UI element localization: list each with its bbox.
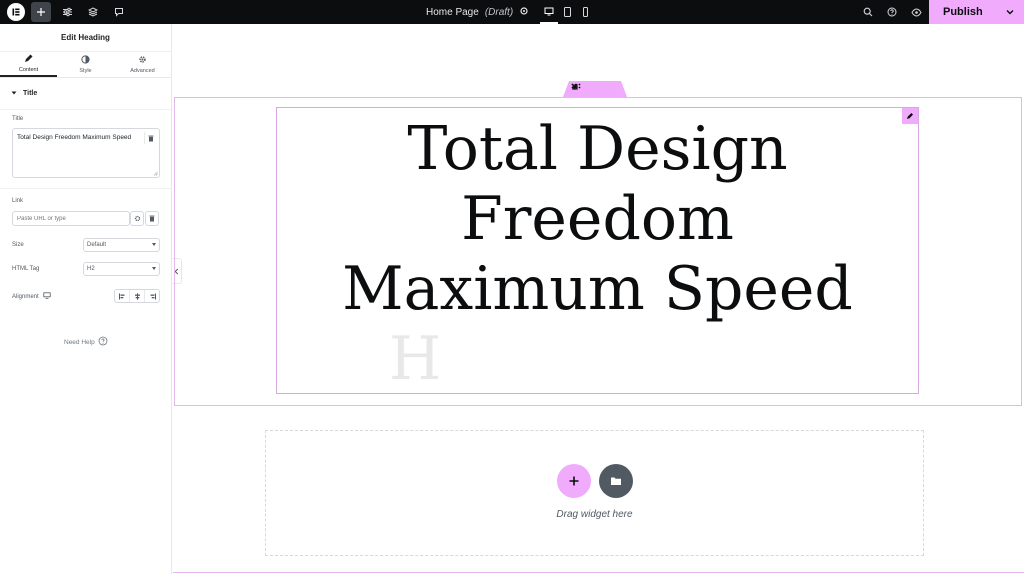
- question-circle-icon: [98, 336, 108, 348]
- link-url-input[interactable]: [12, 211, 130, 226]
- chevron-down-icon[interactable]: [1004, 5, 1016, 23]
- gear-icon: [138, 55, 147, 66]
- mobile-device-icon[interactable]: [576, 0, 594, 24]
- publish-label: Publish: [943, 6, 983, 18]
- chevron-down-icon: [152, 267, 156, 270]
- alignment-label: Alignment: [12, 293, 39, 300]
- size-select-value: Default: [87, 242, 107, 248]
- tab-advanced-label: Advanced: [130, 68, 155, 74]
- section-title: Title: [23, 90, 38, 97]
- page-title-area[interactable]: Home Page (Draft): [426, 0, 529, 24]
- add-element-button[interactable]: [31, 2, 51, 22]
- help-icon[interactable]: [881, 2, 903, 22]
- tab-style[interactable]: Style: [57, 52, 114, 77]
- page-bottom-border: [173, 572, 1024, 573]
- alignment-label-row: Alignment: [12, 292, 51, 301]
- html-tag-select[interactable]: H2: [83, 262, 160, 276]
- heading-line: Total Design: [407, 114, 788, 184]
- tab-content-label: Content: [18, 67, 39, 73]
- section-handle: [563, 81, 627, 97]
- section-toggle-title[interactable]: Title: [0, 78, 171, 110]
- elementor-logo-icon[interactable]: [7, 3, 25, 21]
- drag-widget-hint: Drag widget here: [556, 509, 633, 520]
- alignment-control: [114, 289, 160, 303]
- need-help-label: Need Help: [64, 338, 95, 346]
- desktop-device-icon[interactable]: [540, 0, 558, 24]
- align-left-icon[interactable]: [115, 290, 130, 302]
- add-template-folder-button[interactable]: [599, 464, 633, 498]
- heading-line: Freedom: [461, 184, 734, 254]
- desktop-responsive-icon[interactable]: [43, 292, 51, 301]
- title-field-label: Title: [12, 116, 24, 122]
- add-new-section-button[interactable]: [557, 464, 591, 498]
- preview-eye-icon[interactable]: [905, 2, 927, 22]
- empty-drop-area[interactable]: [265, 430, 924, 556]
- toolbar-right-group: [855, 0, 927, 24]
- pencil-icon: [24, 54, 33, 65]
- link-dynamic-trash-icon[interactable]: [145, 211, 159, 226]
- page-status: (Draft): [484, 6, 514, 18]
- contrast-icon: [81, 55, 90, 66]
- link-options-gear-icon[interactable]: [130, 211, 144, 226]
- page-name: Home Page: [426, 6, 479, 18]
- search-icon[interactable]: [857, 2, 879, 22]
- tab-content[interactable]: Content: [0, 52, 57, 77]
- divider: [0, 188, 172, 189]
- trash-icon[interactable]: [144, 132, 156, 144]
- page-settings-gear-icon[interactable]: [519, 6, 529, 19]
- notes-comment-icon[interactable]: [109, 2, 129, 22]
- align-center-icon[interactable]: [130, 290, 145, 302]
- site-settings-icon[interactable]: [57, 2, 77, 22]
- panel-tabs: Content Style Advanced: [0, 52, 171, 78]
- size-label: Size: [12, 242, 24, 248]
- html-tag-label: HTML Tag: [12, 266, 40, 272]
- responsive-mode-switcher: [540, 0, 594, 24]
- need-help-link[interactable]: Need Help: [64, 336, 108, 348]
- tab-advanced[interactable]: Advanced: [114, 52, 171, 77]
- title-textarea-value: Total Design Freedom Maximum Speed: [17, 134, 132, 141]
- align-right-icon[interactable]: [145, 290, 159, 302]
- tablet-device-icon[interactable]: [558, 0, 576, 24]
- tab-style-label: Style: [79, 68, 92, 74]
- chevron-down-icon: [152, 243, 156, 246]
- heading-widget-text[interactable]: Total Design Freedom Maximum Speed: [277, 114, 918, 324]
- html-tag-select-value: H2: [87, 266, 95, 272]
- size-select[interactable]: Default: [83, 238, 160, 252]
- panel-title: Edit Heading: [0, 24, 171, 52]
- drag-preview-heading-icon: H: [389, 324, 442, 394]
- caret-down-icon: [11, 90, 17, 98]
- structure-layers-icon[interactable]: [83, 2, 103, 22]
- link-field-label: Link: [12, 198, 24, 204]
- top-bar: Home Page (Draft) Publish: [0, 0, 1024, 24]
- publish-button[interactable]: Publish: [929, 0, 1024, 24]
- heading-line: Maximum Speed: [342, 254, 853, 324]
- resize-handle-icon[interactable]: [153, 171, 158, 176]
- title-textarea[interactable]: Total Design Freedom Maximum Speed: [12, 128, 160, 178]
